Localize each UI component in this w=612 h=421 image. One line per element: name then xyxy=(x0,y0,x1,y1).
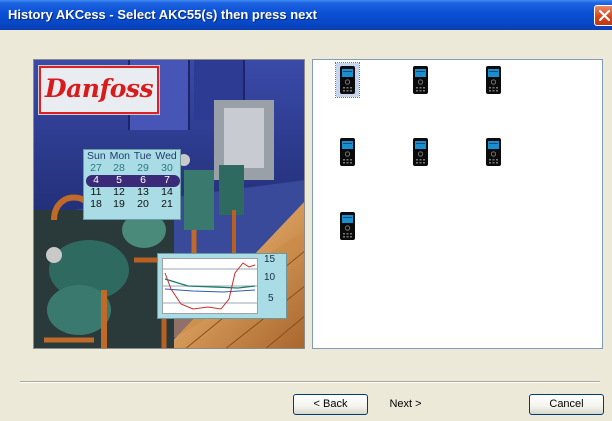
akc55-device-item[interactable] xyxy=(336,135,359,169)
akc55-device-item[interactable] xyxy=(335,62,360,98)
button-separator xyxy=(20,381,600,383)
calendar-day: 27 xyxy=(90,162,102,174)
akc55-controller-icon xyxy=(486,66,501,94)
cancel-button[interactable]: Cancel xyxy=(529,394,604,415)
danfoss-logo: Danfoss xyxy=(39,66,159,114)
calendar-day: 19 xyxy=(113,198,125,210)
akc55-controller-icon xyxy=(340,138,355,166)
trend-chart-graphic: 15 10 5 xyxy=(157,253,287,319)
calendar-week-row: 11 12 13 14 xyxy=(84,186,180,198)
akc55-device-list[interactable] xyxy=(312,59,603,349)
akc55-device-item[interactable] xyxy=(409,63,432,97)
chart-tick-label: 10 xyxy=(264,272,276,283)
calendar-day: 12 xyxy=(113,186,125,198)
logo-text: Danfoss xyxy=(44,74,154,103)
trend-chart-plot xyxy=(162,258,258,314)
calendar-header: Sun Mon Tue Wed xyxy=(87,150,177,162)
akc55-device-item[interactable] xyxy=(482,135,505,169)
trend-lines-graphic xyxy=(163,262,257,310)
back-button[interactable]: < Back xyxy=(293,394,368,415)
akc55-device-item[interactable] xyxy=(336,209,359,243)
window-title: History AKCess - Select AKC55(s) then pr… xyxy=(8,7,317,22)
chart-tick-label: 15 xyxy=(264,254,276,265)
wizard-illustration: Danfoss Sun Mon Tue Wed 27 28 29 30 4 5 … xyxy=(33,59,305,349)
calendar-day: 30 xyxy=(161,162,173,174)
calendar-day: 7 xyxy=(164,174,170,186)
next-button[interactable]: Next > xyxy=(368,394,443,415)
calendar-week-row: 27 28 29 30 xyxy=(84,162,180,174)
calendar-week-row: 18 19 20 21 xyxy=(84,198,180,210)
akc55-controller-icon xyxy=(340,212,355,240)
calendar-day: 14 xyxy=(161,186,173,198)
calendar-day: 21 xyxy=(161,198,173,210)
title-bar[interactable]: History AKCess - Select AKC55(s) then pr… xyxy=(0,0,612,30)
dialog-window: History AKCess - Select AKC55(s) then pr… xyxy=(0,0,612,421)
calendar-day: 5 xyxy=(116,174,122,186)
calendar-graphic: Sun Mon Tue Wed 27 28 29 30 4 5 6 7 11 1… xyxy=(83,149,181,220)
calendar-day: 4 xyxy=(93,174,99,186)
akc55-device-item[interactable] xyxy=(409,135,432,169)
calendar-week-row: 4 5 6 7 xyxy=(84,174,180,186)
akc55-controller-icon xyxy=(413,138,428,166)
akc55-device-item[interactable] xyxy=(482,63,505,97)
calendar-day: 13 xyxy=(137,186,149,198)
calendar-day: 18 xyxy=(90,198,102,210)
calendar-day: 6 xyxy=(140,174,146,186)
calendar-day: 11 xyxy=(90,186,102,198)
close-button[interactable] xyxy=(594,5,612,26)
chart-tick-label: 5 xyxy=(268,293,274,304)
calendar-day: 20 xyxy=(137,198,149,210)
calendar-day: 28 xyxy=(113,162,125,174)
akc55-controller-icon xyxy=(340,66,355,94)
close-icon xyxy=(599,10,610,21)
akc55-controller-icon xyxy=(413,66,428,94)
akc55-controller-icon xyxy=(486,138,501,166)
calendar-day: 29 xyxy=(137,162,149,174)
